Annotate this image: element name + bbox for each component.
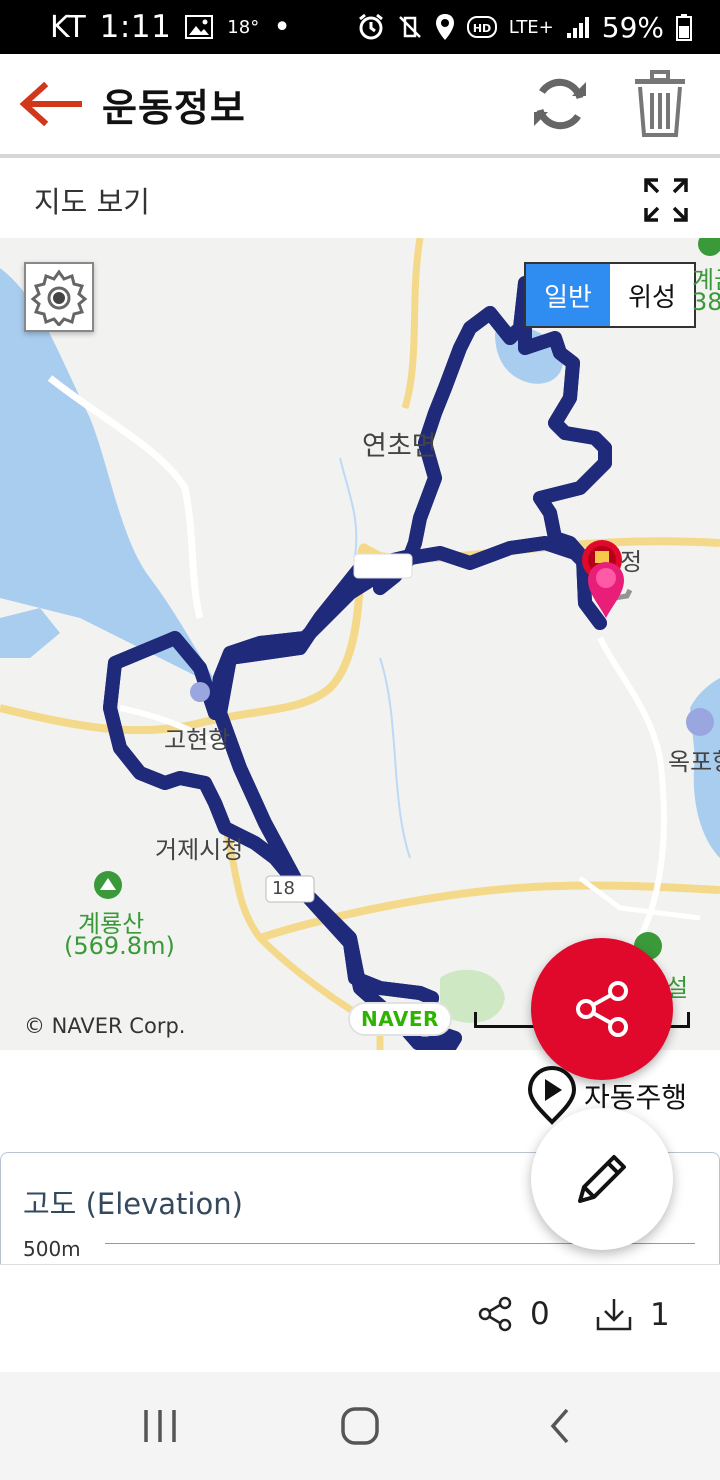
sea-area-left bbox=[0, 608, 60, 658]
place-label: 거제시청 bbox=[155, 836, 244, 864]
page-title: 운동정보 bbox=[102, 85, 246, 130]
gallery-icon bbox=[185, 15, 214, 39]
temperature: 18° bbox=[227, 16, 260, 38]
system-nav-bar bbox=[0, 1372, 720, 1480]
recents-icon bbox=[144, 1410, 176, 1442]
refresh-button[interactable] bbox=[510, 54, 610, 154]
poi-green-top-icon bbox=[698, 238, 720, 256]
road-sign-2 bbox=[353, 553, 413, 579]
back-nav-button[interactable] bbox=[520, 1386, 600, 1466]
svg-text:HD: HD bbox=[473, 22, 491, 35]
elevation-title: 고도 (Elevation) bbox=[23, 1187, 243, 1221]
edit-button[interactable] bbox=[531, 1108, 673, 1250]
mountain-elevation-label: (569.8m) bbox=[64, 932, 175, 960]
share-button[interactable] bbox=[531, 938, 673, 1080]
place-label: 옥포항 bbox=[668, 748, 720, 776]
recents-button[interactable] bbox=[120, 1386, 200, 1466]
refresh-icon bbox=[534, 78, 586, 130]
status-time: 1:11 bbox=[99, 9, 172, 45]
location-icon bbox=[435, 13, 455, 41]
dot-icon: • bbox=[273, 9, 291, 45]
battery-percent: 59% bbox=[601, 10, 664, 44]
share-count: 0 bbox=[530, 1296, 550, 1332]
home-button[interactable] bbox=[320, 1386, 400, 1466]
pencil-icon bbox=[578, 1155, 626, 1203]
route-map[interactable]: 일반 위성 연초면 고현항 거제시청 옥포항 계룡산 (569.8m) 정 계금… bbox=[0, 238, 720, 1050]
map-type-toggle: 일반 위성 bbox=[524, 262, 696, 328]
network-type: LTE+ bbox=[508, 16, 554, 38]
trash-icon bbox=[635, 70, 685, 137]
map-section-header: 지도 보기 bbox=[0, 162, 720, 238]
expand-icon bbox=[644, 178, 688, 222]
map-section-label: 지도 보기 bbox=[34, 185, 150, 219]
home-icon bbox=[341, 1407, 379, 1445]
download-count-button[interactable]: 1 bbox=[594, 1295, 670, 1335]
delete-button[interactable] bbox=[610, 54, 710, 154]
status-bar: KT 1:11 18° • HD LTE+ 59% bbox=[0, 0, 720, 54]
map-type-normal[interactable]: 일반 bbox=[526, 264, 610, 326]
naver-logo[interactable]: NAVER bbox=[348, 1002, 452, 1036]
place-label: 정 bbox=[620, 548, 643, 576]
place-label: 연초면 bbox=[362, 431, 437, 462]
map-copyright: © NAVER Corp. bbox=[24, 1014, 186, 1038]
carrier: KT bbox=[50, 9, 86, 45]
share-count-button[interactable]: 0 bbox=[476, 1295, 550, 1333]
port-icon bbox=[686, 708, 714, 736]
place-label-partial: 38. bbox=[692, 288, 720, 316]
map-settings-button[interactable] bbox=[24, 262, 94, 332]
gear-icon bbox=[30, 269, 88, 326]
hd-icon: HD bbox=[466, 15, 497, 39]
back-button[interactable] bbox=[0, 54, 100, 154]
signal-icon bbox=[566, 15, 590, 39]
share-icon bbox=[478, 1296, 512, 1332]
back-arrow-icon bbox=[19, 82, 82, 126]
road-number: 18 bbox=[272, 878, 295, 899]
highway-road-3 bbox=[401, 238, 424, 410]
elevation-y-label: 500m bbox=[23, 1237, 81, 1261]
fullscreen-button[interactable] bbox=[642, 176, 690, 224]
app-bar: 운동정보 bbox=[0, 54, 720, 158]
alarm-icon bbox=[357, 13, 385, 41]
download-icon bbox=[596, 1299, 632, 1331]
minor-road-2 bbox=[597, 636, 667, 940]
poi-icon bbox=[190, 682, 210, 702]
download-count: 1 bbox=[650, 1297, 670, 1333]
back-nav-icon bbox=[550, 1408, 569, 1444]
map-type-satellite[interactable]: 위성 bbox=[610, 264, 694, 326]
vibrate-mute-icon bbox=[397, 14, 423, 40]
place-label: 고현항 bbox=[164, 726, 231, 754]
battery-icon bbox=[676, 13, 692, 41]
stats-bar: 0 1 bbox=[0, 1264, 720, 1372]
share-icon bbox=[576, 981, 628, 1037]
